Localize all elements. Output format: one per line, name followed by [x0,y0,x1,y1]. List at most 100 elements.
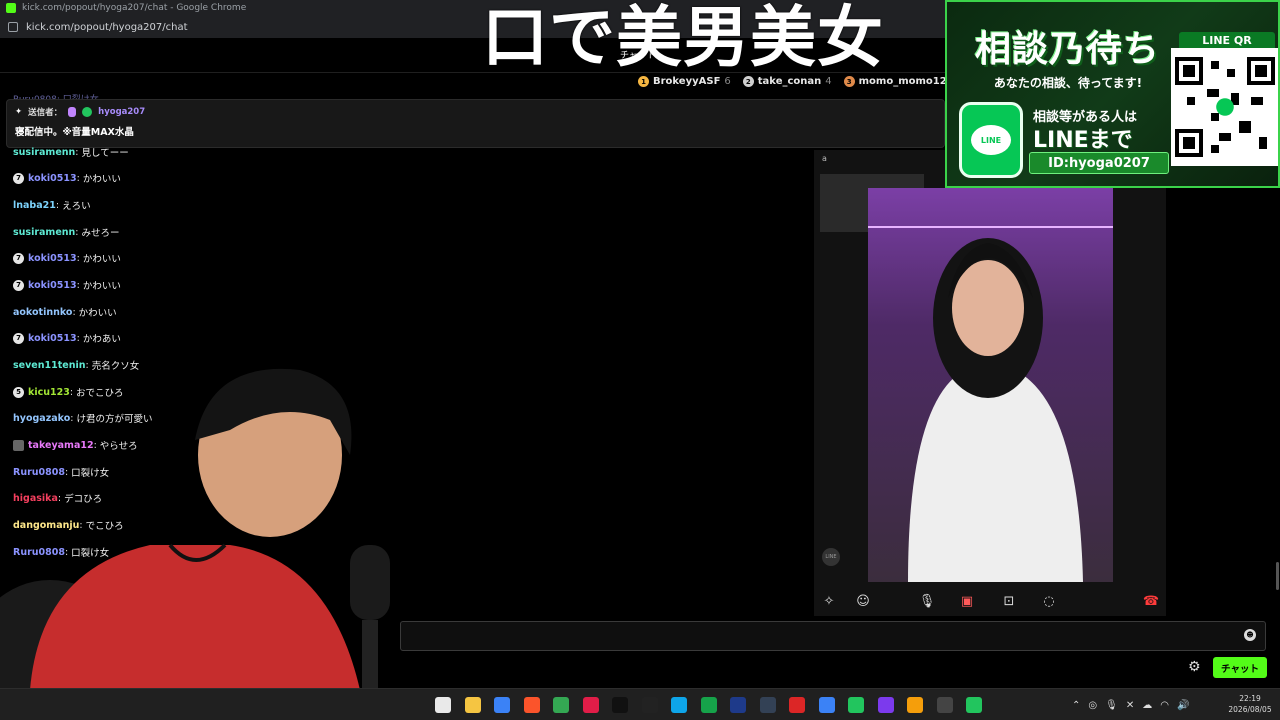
qr-code [1171,48,1278,166]
url-text[interactable]: kick.com/popout/hyoga207/chat [26,22,188,33]
wifi-icon[interactable]: ◠ [1160,700,1169,711]
chat-message[interactable]: 7 koki0513: かわいい [13,170,121,186]
chat-message-text: かわいい [78,308,117,319]
chat-username[interactable]: koki0513 [28,173,77,184]
top-gifter[interactable]: 1 BrokeyyASF 6 [638,76,731,87]
chat-message[interactable]: 7 koki0513: かわいい [13,250,121,266]
chat-message[interactable]: susiramenn: みせろー [13,224,120,240]
chat-username[interactable]: susiramenn [13,147,75,158]
call-window-label: a [822,154,827,163]
microphone-icon[interactable]: 🎙 [1105,700,1118,711]
app-icon[interactable] [759,697,776,713]
camera-off-icon[interactable]: ▣ [958,592,976,610]
discord-icon[interactable] [877,697,894,713]
subscriber-badge-icon: 7 [13,332,24,344]
rank-medal-icon: 3 [843,76,855,87]
chat-message[interactable]: lnaba21: えろい [13,197,91,213]
emoji-picker-icon[interactable]: ☻ [1244,629,1256,641]
qr-code-pattern [1175,57,1275,157]
gifter-name: BrokeyyASF [653,76,721,87]
file-explorer-icon[interactable] [435,697,451,713]
site-info-icon[interactable] [8,22,18,32]
chevron-up-icon[interactable]: ⌃ [1072,700,1080,711]
tiktok-icon[interactable] [612,697,628,713]
separator: : [75,226,79,238]
app-icon[interactable] [494,697,510,713]
banner-line2: LINEまで [1033,128,1133,153]
top-gifters: 1BrokeyyASF62take_conan43momo_momo12302 [638,76,971,87]
gifter-count: 6 [724,76,731,87]
chat-username[interactable]: koki0513 [28,333,77,344]
chrome-icon[interactable] [553,697,569,713]
steam-icon[interactable] [730,697,746,713]
chat-input-area: ☻ [0,620,1268,652]
folder-icon[interactable] [464,697,481,713]
pinned-message[interactable]: ✦ 送信者： hyoga207 寝配信中。※音量MAX水晶 [6,99,945,148]
effects-icon[interactable]: ✧ [820,592,838,610]
separator: : [76,332,80,344]
top-gifter[interactable]: 2 take_conan 4 [742,76,832,87]
chat-message[interactable]: aokotinnko: かわいい [13,304,117,320]
chat-message-text: かわいい [82,281,121,292]
clock-time: 22:19 [1239,694,1261,703]
app-icon[interactable] [789,697,805,713]
gifter-name: take_conan [757,76,822,87]
app-icon[interactable] [641,697,658,713]
close-icon[interactable]: ✕ [1126,700,1134,711]
chat-message-input[interactable] [400,621,1266,651]
remote-person-illustration [868,226,1113,582]
brave-icon[interactable] [523,697,540,713]
chat-message[interactable]: susiramenn: 見してーー [13,144,129,160]
line-icon[interactable] [966,697,982,713]
scrollbar[interactable] [1276,562,1279,590]
pinned-message-text: 寝配信中。※音量MAX水晶 [15,127,134,138]
line-video-call-window[interactable]: a LINE ✧ ☺ 🎙 ▣ ⊡ ◌ ☎ [814,150,1166,616]
line-icon[interactable] [848,697,864,713]
chat-message-text: かわいい [82,254,121,265]
gifter-count: 4 [825,76,832,87]
app-icon[interactable] [582,697,599,713]
hang-up-icon[interactable]: ☎ [1142,592,1160,610]
app-icon[interactable] [907,697,923,713]
line-logo-icon: LINE [959,102,1023,178]
app-icon[interactable] [818,697,835,713]
kick-favicon-icon [6,3,16,13]
taskbar-clock[interactable]: 22:19 2026/08/05 [1224,693,1276,715]
chat-username[interactable]: aokotinnko [13,307,72,318]
chat-message-text: えろい [62,201,91,212]
separator: : [76,172,80,184]
network-icon[interactable]: ◎ [1088,700,1097,711]
pinned-sender-name[interactable]: hyoga207 [98,107,145,117]
microphone-badge-icon [68,107,77,117]
chat-message-text: 見してーー [81,148,129,159]
chat-username[interactable]: koki0513 [28,253,77,264]
chat-message[interactable]: 7 koki0513: かわあい [13,330,121,346]
window-title: kick.com/popout/hyoga207/chat - Google C… [22,3,247,13]
chat-username[interactable]: susiramenn [13,227,75,238]
chat-username[interactable]: koki0513 [28,280,77,291]
send-chat-button[interactable]: チャット [1213,657,1267,678]
chat-bubble-icon[interactable]: ◌ [1040,592,1058,610]
volume-icon[interactable]: 🔊 [1177,700,1189,711]
app-icon[interactable] [671,697,687,713]
app-icon[interactable] [936,697,953,713]
call-controls: ✧ ☺ 🎙 ▣ ⊡ ◌ ☎ [814,586,1166,616]
subscriber-badge-icon: 7 [13,172,24,184]
chat-message[interactable]: 7 koki0513: かわいい [13,277,121,293]
screen-share-icon[interactable]: ⊡ [1000,592,1018,610]
emoji-icon[interactable]: ☺ [854,592,872,610]
windows-taskbar: ⌃ ◎ 🎙 ✕ ☁ ◠ 🔊 22:19 2026/08/05 [0,688,1280,720]
line-watermark-icon: LINE [822,548,840,566]
banner-subtitle: あなたの相談、待ってます! [993,76,1143,90]
line-logo-text: LINE [971,125,1011,155]
cloud-icon[interactable]: ☁ [1142,700,1152,711]
chat-username[interactable]: lnaba21 [13,200,56,211]
separator: : [76,279,80,291]
subscriber-badge-icon: 7 [13,252,24,264]
microphone-icon[interactable]: 🎙 [918,592,936,610]
banner-title: 相談乃待ち [975,29,1161,70]
app-icon[interactable] [700,697,717,713]
separator: : [55,199,60,211]
chat-message-text: みせろー [81,228,120,239]
chat-settings-gear-icon[interactable]: ⚙ [1188,660,1202,674]
